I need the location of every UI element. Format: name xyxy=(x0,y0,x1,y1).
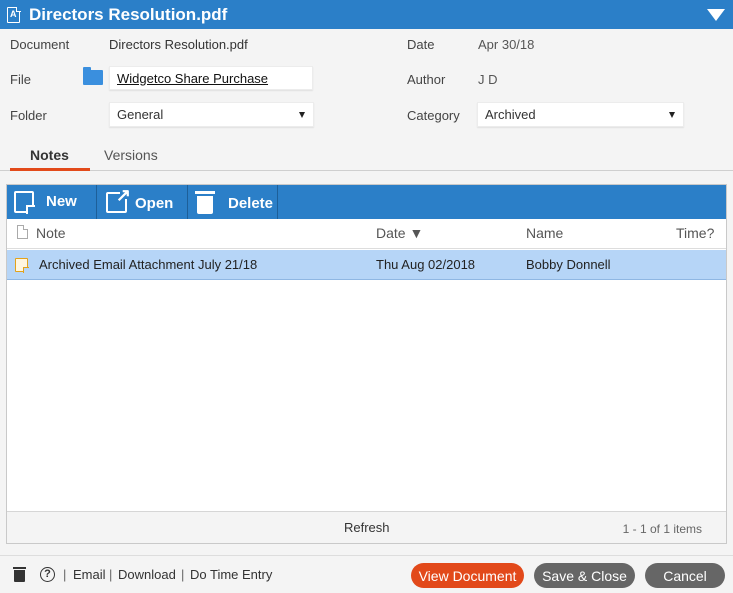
collapse-triangle-icon[interactable] xyxy=(707,9,725,21)
new-note-icon xyxy=(14,191,35,214)
pdf-file-icon xyxy=(7,6,21,23)
save-close-button[interactable]: Save & Close xyxy=(534,563,635,588)
open-external-icon xyxy=(106,185,131,213)
download-link[interactable]: Download xyxy=(118,567,176,582)
notes-panel: New Open Delete Note Date ▼ Name Time? A… xyxy=(6,184,727,544)
column-time[interactable]: Time? xyxy=(676,225,714,241)
title-bar: Directors Resolution.pdf xyxy=(0,0,733,29)
separator: | xyxy=(109,567,113,582)
grid-header: Note Date ▼ Name Time? xyxy=(7,219,726,249)
column-name[interactable]: Name xyxy=(526,225,563,241)
table-row[interactable]: Archived Email Attachment July 21/18 Thu… xyxy=(7,250,726,280)
date-value: Apr 30/18 xyxy=(478,37,535,52)
separator: | xyxy=(63,567,67,582)
separator: | xyxy=(181,567,185,582)
delete-button[interactable]: Delete xyxy=(188,185,278,219)
active-tab-indicator xyxy=(10,168,90,171)
cancel-button[interactable]: Cancel xyxy=(645,563,725,588)
folder-select-value: General xyxy=(117,107,164,122)
date-label: Date xyxy=(407,37,435,52)
category-select[interactable]: Archived xyxy=(477,102,684,127)
email-link[interactable]: Email xyxy=(73,567,106,582)
new-button-label: New xyxy=(46,193,77,210)
help-icon[interactable]: ? xyxy=(40,567,55,582)
new-button[interactable]: New xyxy=(7,185,97,219)
dropdown-arrow-icon xyxy=(669,112,675,118)
column-note[interactable]: Note xyxy=(36,225,66,241)
folder-label: Folder xyxy=(10,108,47,123)
row-date: Thu Aug 02/2018 xyxy=(376,257,476,272)
view-document-button[interactable]: View Document xyxy=(411,563,524,588)
file-field[interactable]: Widgetco Share Purchase xyxy=(109,66,313,90)
refresh-button[interactable]: Refresh xyxy=(344,520,390,535)
document-label: Document xyxy=(10,37,70,52)
category-select-value: Archived xyxy=(485,107,536,122)
window-title: Directors Resolution.pdf xyxy=(29,5,228,24)
author-label: Author xyxy=(407,72,446,87)
trash-icon[interactable] xyxy=(13,567,26,582)
tab-bar: Notes Versions xyxy=(0,145,733,171)
open-button-label: Open xyxy=(135,195,174,212)
time-entry-link[interactable]: Do Time Entry xyxy=(190,567,272,582)
tab-versions[interactable]: Versions xyxy=(104,147,158,163)
row-note: Archived Email Attachment July 21/18 xyxy=(39,257,258,272)
footer-bar: ? | Email | Download | Do Time Entry Vie… xyxy=(0,555,733,593)
column-date[interactable]: Date ▼ xyxy=(376,225,423,241)
trash-icon xyxy=(195,191,215,214)
notes-toolbar: New Open Delete xyxy=(7,185,726,219)
note-icon xyxy=(15,258,29,273)
folder-icon[interactable] xyxy=(83,67,103,85)
document-icon xyxy=(17,225,28,239)
open-button[interactable]: Open xyxy=(97,185,188,219)
folder-select[interactable]: General xyxy=(109,102,314,127)
author-value: J D xyxy=(478,72,498,87)
file-label: File xyxy=(10,72,31,87)
delete-button-label: Delete xyxy=(228,195,274,212)
item-count: 1 - 1 of 1 items xyxy=(622,522,702,536)
file-link[interactable]: Widgetco Share Purchase xyxy=(117,71,268,86)
document-dialog: Directors Resolution.pdf Document Direct… xyxy=(0,0,733,593)
dropdown-arrow-icon xyxy=(299,112,305,118)
document-value: Directors Resolution.pdf xyxy=(109,37,248,52)
row-name: Bobby Donnell xyxy=(526,257,611,272)
tab-notes[interactable]: Notes xyxy=(30,147,69,163)
category-label: Category xyxy=(407,108,460,123)
grid-footer: Refresh 1 - 1 of 1 items xyxy=(7,511,726,543)
